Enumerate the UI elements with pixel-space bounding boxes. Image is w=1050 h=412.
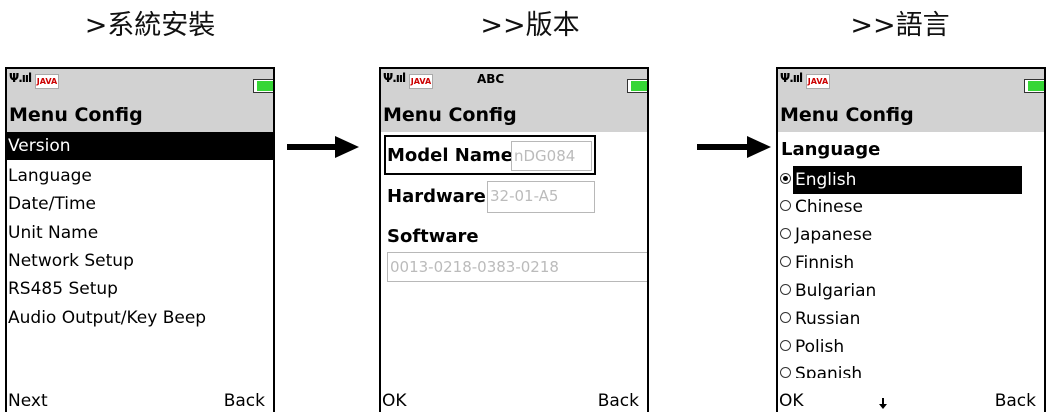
radio-icon xyxy=(780,367,791,378)
language-option-english[interactable]: English xyxy=(778,166,1044,194)
softkey-next[interactable]: Next xyxy=(8,391,48,411)
language-option-polish[interactable]: Polish xyxy=(778,333,1044,361)
language-option-label: Polish xyxy=(795,337,845,357)
menu-item-network-setup[interactable]: Network Setup xyxy=(7,247,273,275)
signal-strength-icon: Ψ.ııl xyxy=(9,71,32,85)
radio-icon xyxy=(780,284,791,295)
softkey-back[interactable]: Back xyxy=(224,391,265,411)
language-option-label: Spanish xyxy=(795,364,863,378)
hardware-field[interactable]: 32-01-A5 xyxy=(487,181,595,213)
radio-icon xyxy=(780,312,791,323)
screen-version: Ψ.ııl JAVA ABC Menu Config Model Name nD… xyxy=(379,67,649,412)
language-option-bulgarian[interactable]: Bulgarian xyxy=(778,277,1044,305)
softkey-ok[interactable]: OK xyxy=(382,391,407,411)
menu-item-audio-output[interactable]: Audio Output/Key Beep xyxy=(7,304,273,332)
battery-icon xyxy=(627,79,647,93)
input-mode-indicator: ABC xyxy=(477,72,505,86)
radio-icon xyxy=(780,173,791,184)
signal-strength-icon: Ψ.ııl xyxy=(780,71,803,85)
signal-strength-icon: Ψ.ııl xyxy=(383,71,406,85)
language-option-spanish[interactable]: Spanish xyxy=(778,360,1044,378)
arrow-right-icon xyxy=(697,136,771,158)
language-option-chinese[interactable]: Chinese xyxy=(778,193,1044,221)
caption-version: >>版本 xyxy=(480,10,580,41)
softkey-ok[interactable]: OK xyxy=(779,391,804,411)
status-bar: Ψ.ııl JAVA xyxy=(7,69,273,98)
java-icon: JAVA xyxy=(35,74,59,89)
language-option-label: Finnish xyxy=(795,253,855,273)
softkey-back[interactable]: Back xyxy=(995,391,1036,411)
hardware-label: Hardware xyxy=(387,186,486,207)
screen-language: Ψ.ııl JAVA Menu Config Language English … xyxy=(776,67,1046,412)
softkey-bar: Next Back xyxy=(7,382,273,412)
radio-icon xyxy=(780,340,791,351)
java-icon: JAVA xyxy=(409,74,433,89)
menu-item-date-time[interactable]: Date/Time xyxy=(7,190,273,218)
status-bar: Ψ.ııl JAVA ABC xyxy=(381,69,647,98)
battery-icon xyxy=(1024,79,1044,93)
softkey-back[interactable]: Back xyxy=(598,391,639,411)
menu-item-rs485-setup[interactable]: RS485 Setup xyxy=(7,275,273,303)
language-option-label: English xyxy=(793,166,1022,194)
screen-title: Menu Config xyxy=(7,98,273,132)
software-label: Software xyxy=(387,226,479,247)
softkey-bar: OK Back xyxy=(778,382,1044,412)
menu-item-language[interactable]: Language xyxy=(7,162,273,190)
screen-title: Menu Config xyxy=(381,98,647,132)
softkey-bar: OK Back xyxy=(381,382,647,412)
screen-title: Menu Config xyxy=(778,98,1044,132)
screen-menu-config: Ψ.ııl JAVA Menu Config Version Language … xyxy=(5,67,275,412)
software-field[interactable]: 0013-0218-0383-0218 xyxy=(387,252,647,282)
language-option-russian[interactable]: Russian xyxy=(778,305,1044,333)
model-name-field[interactable]: nDG084 xyxy=(511,141,592,171)
caption-language: >>語言 xyxy=(850,10,950,41)
java-icon: JAVA xyxy=(806,74,830,89)
language-option-label: Russian xyxy=(795,309,861,329)
language-group-label: Language xyxy=(781,139,881,160)
language-option-label: Japanese xyxy=(795,225,873,245)
menu-item-unit-name[interactable]: Unit Name xyxy=(7,219,273,247)
language-option-label: Bulgarian xyxy=(795,281,877,301)
scroll-down-icon xyxy=(879,398,887,409)
radio-icon xyxy=(780,200,791,211)
language-option-japanese[interactable]: Japanese xyxy=(778,221,1044,249)
caption-system-setup: >系統安裝 xyxy=(84,10,216,41)
arrow-right-icon xyxy=(287,136,359,158)
language-option-label: Chinese xyxy=(795,197,863,217)
battery-icon xyxy=(253,79,273,93)
model-name-label: Model Name xyxy=(387,145,513,166)
status-bar: Ψ.ııl JAVA xyxy=(778,69,1044,98)
radio-icon xyxy=(780,256,791,267)
radio-icon xyxy=(780,228,791,239)
language-option-finnish[interactable]: Finnish xyxy=(778,249,1044,277)
menu-item-version[interactable]: Version xyxy=(7,132,273,160)
